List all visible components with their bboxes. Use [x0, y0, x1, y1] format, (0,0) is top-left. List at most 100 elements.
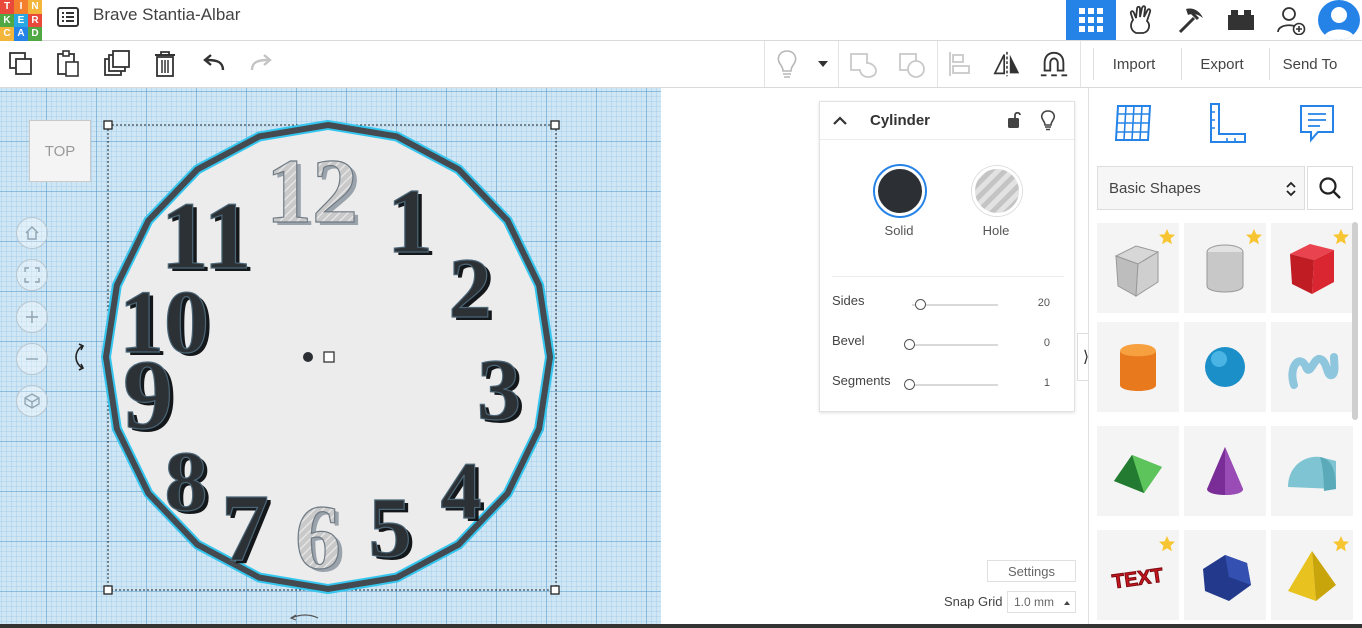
star-icon[interactable]: [1332, 228, 1350, 246]
blue-sphere-shape-icon: [1205, 347, 1245, 387]
yellow-pyramid-shape[interactable]: [1271, 530, 1353, 620]
bricks-icon[interactable]: [1216, 0, 1266, 40]
duplicate-icon[interactable]: [102, 49, 132, 79]
clock-number[interactable]: 2: [448, 239, 492, 336]
delete-icon[interactable]: [150, 49, 180, 79]
user-avatar[interactable]: [1318, 0, 1360, 40]
star-icon[interactable]: [1158, 535, 1176, 553]
logo-letter: N: [28, 0, 42, 14]
red-text-shape[interactable]: TEXT: [1097, 530, 1179, 620]
toolbar-divider: [838, 41, 839, 87]
hole-label: Hole: [982, 223, 1010, 238]
purple-cone-shape[interactable]: [1184, 426, 1266, 516]
mirror-icon[interactable]: [992, 49, 1022, 79]
codeblocks-icon[interactable]: [1116, 0, 1166, 40]
clock-number-hole[interactable]: 12: [265, 139, 358, 242]
star-icon[interactable]: [1158, 228, 1176, 246]
copy-icon[interactable]: [6, 49, 36, 79]
solid-swatch[interactable]: [875, 166, 925, 216]
clock-number[interactable]: 1: [386, 169, 433, 272]
center-handle[interactable]: [323, 351, 335, 363]
prop-slider-knob[interactable]: [904, 379, 915, 390]
unlock-icon[interactable]: [1005, 110, 1025, 130]
zoom-out-icon[interactable]: [16, 343, 48, 375]
prop-value[interactable]: 1: [1020, 377, 1050, 389]
navy-polygon-shape-icon: [1203, 555, 1251, 601]
navy-polygon-shape[interactable]: [1184, 530, 1266, 620]
chevron-up-icon[interactable]: [830, 111, 850, 131]
lightbulb-icon[interactable]: [1039, 109, 1059, 131]
logo-letter: I: [14, 0, 28, 14]
fit-view-icon[interactable]: [16, 259, 48, 291]
prop-slider-track[interactable]: [912, 384, 998, 386]
lightbulb-icon[interactable]: [772, 49, 802, 79]
ruler-icon[interactable]: [1203, 100, 1249, 146]
chevron-down-icon[interactable]: [808, 49, 838, 79]
prop-value[interactable]: 20: [1020, 297, 1050, 309]
round-roof-shape-icon: [1288, 456, 1336, 491]
green-roof-shape[interactable]: [1097, 426, 1179, 516]
shapes-panel: Basic Shapes TEXT: [1088, 88, 1362, 628]
notes-icon[interactable]: [1294, 100, 1340, 146]
tinker-pickaxe-icon[interactable]: [1166, 0, 1216, 40]
ungroup-icon[interactable]: [897, 49, 927, 79]
clock-number[interactable]: 11: [160, 181, 252, 289]
rotate-handle-bottom-icon[interactable]: [289, 614, 319, 621]
box-hole-shape[interactable]: [1097, 223, 1179, 313]
export-button[interactable]: Export: [1181, 48, 1262, 80]
clock-number[interactable]: 7: [220, 473, 269, 581]
design-title[interactable]: Brave Stantia-Albar: [93, 5, 240, 25]
design-list-icon[interactable]: [56, 5, 80, 29]
center-dot: [303, 352, 313, 362]
settings-button[interactable]: Settings: [987, 560, 1076, 582]
clock-number[interactable]: 3: [476, 341, 521, 439]
prop-slider-track[interactable]: [912, 344, 998, 346]
top-header: TINKERCAD Brave Stantia-Albar: [0, 0, 1362, 41]
star-icon[interactable]: [1332, 535, 1350, 553]
clock-scene[interactable]: 1212 11223344556677889910101111: [0, 88, 661, 628]
workplane-grid-icon[interactable]: [1110, 100, 1156, 146]
zoom-in-icon[interactable]: [16, 301, 48, 333]
redo-icon[interactable]: [246, 49, 276, 79]
search-icon[interactable]: [1307, 166, 1353, 210]
shape-category-select[interactable]: Basic Shapes: [1097, 166, 1305, 210]
green-roof-shape-icon: [1114, 455, 1162, 493]
scribble-shape[interactable]: [1271, 322, 1353, 412]
logo-letter: A: [14, 27, 28, 41]
send-to-button[interactable]: Send To: [1269, 48, 1350, 80]
prop-slider-knob[interactable]: [904, 339, 915, 350]
cylinder-hole-shape[interactable]: [1184, 223, 1266, 313]
toolbar-divider: [937, 41, 938, 87]
align-icon[interactable]: [945, 49, 975, 79]
import-button[interactable]: Import: [1093, 48, 1174, 80]
orange-cylinder-shape[interactable]: [1097, 322, 1179, 412]
star-icon[interactable]: [1245, 228, 1263, 246]
rotate-handle-icon[interactable]: [75, 343, 85, 371]
shape-panel-scrollbar[interactable]: [1352, 222, 1358, 420]
add-user-icon[interactable]: [1266, 0, 1316, 40]
yellow-pyramid-shape-icon: [1288, 551, 1336, 601]
cruise-magnet-icon[interactable]: [1039, 49, 1069, 79]
prop-slider-knob[interactable]: [915, 299, 927, 310]
viewcube[interactable]: TOP: [29, 120, 91, 182]
clock-number[interactable]: 5: [368, 478, 412, 575]
blue-sphere-shape[interactable]: [1184, 322, 1266, 412]
perspective-icon[interactable]: [16, 385, 48, 417]
tinkercad-logo[interactable]: TINKERCAD: [0, 0, 42, 41]
edit-toolbar: Import Export Send To: [0, 41, 1362, 88]
red-text-shape-icon: TEXT: [1110, 564, 1165, 594]
hole-swatch[interactable]: [972, 166, 1022, 216]
snap-grid-select[interactable]: 1.0 mm: [1007, 591, 1076, 613]
home-view-icon[interactable]: [16, 217, 48, 249]
clock-number[interactable]: 4: [440, 444, 482, 536]
prop-value[interactable]: 0: [1020, 337, 1050, 349]
group-icon[interactable]: [848, 49, 878, 79]
caret-up-icon: [1064, 601, 1070, 605]
round-roof-shape[interactable]: [1271, 426, 1353, 516]
paste-icon[interactable]: [53, 49, 83, 79]
3d-design-icon[interactable]: [1066, 0, 1116, 40]
red-box-shape[interactable]: [1271, 223, 1353, 313]
undo-icon[interactable]: [199, 49, 229, 79]
clock-number-hole[interactable]: 6: [294, 485, 341, 588]
view-switcher: [1066, 0, 1316, 40]
